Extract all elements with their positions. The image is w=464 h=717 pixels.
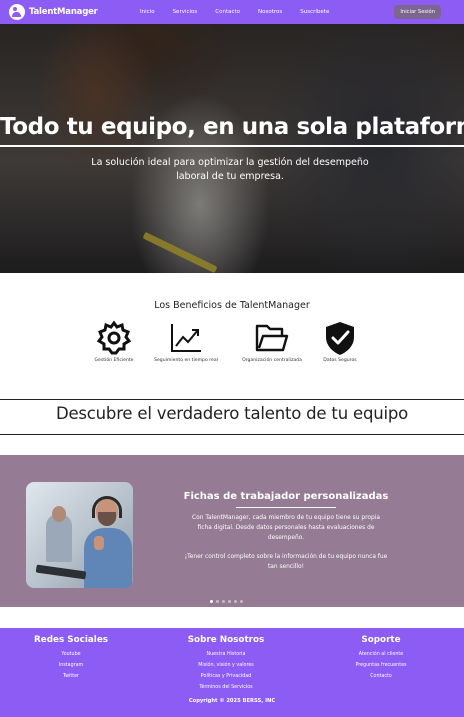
nav-link-inicio[interactable]: Inicio xyxy=(140,9,155,15)
headset-icon xyxy=(92,496,122,518)
nav-links: Inicio Servicios Contacto Nosotros Suscr… xyxy=(140,0,347,24)
footer-social-title: Redes Sociales xyxy=(33,635,109,645)
hero-overlay xyxy=(0,24,464,273)
carousel-dot-2[interactable] xyxy=(216,600,219,603)
footer-link-atencion[interactable]: Atención al cliente xyxy=(336,649,426,660)
footer-link-contacto[interactable]: Contacto xyxy=(336,671,426,682)
benefit-label-seguimiento: Seguimiento en tiempo real xyxy=(154,358,218,363)
photo-background-head xyxy=(52,506,66,522)
benefit-organizacion: Organización centralizada xyxy=(237,320,307,363)
nav-link-contacto[interactable]: Contacto xyxy=(215,9,240,15)
discover-bottom-rule xyxy=(0,434,464,435)
hero-title: Todo tu equipo, en una sola plataforma xyxy=(0,114,464,140)
footer-link-historia[interactable]: Nuestra Historia xyxy=(176,649,276,660)
footer-about-title: Sobre Nosotros xyxy=(187,635,265,645)
carousel-dot-4[interactable] xyxy=(228,600,231,603)
benefit-label-gestion: Gestión Eficiente xyxy=(94,358,134,363)
shield-check-icon xyxy=(326,322,354,355)
footer-support-title: Soporte xyxy=(361,635,401,645)
trend-chart-icon xyxy=(171,324,201,352)
navbar: TalentManager Inicio Servicios Contacto … xyxy=(0,0,464,24)
footer-link-mision[interactable]: Misión, visión y valores xyxy=(176,660,276,671)
hero-subtitle: La solución ideal para optimizar la gest… xyxy=(91,157,369,182)
thumbs-up-icon xyxy=(94,536,104,550)
carousel-dots xyxy=(210,600,246,604)
carousel-dot-6[interactable] xyxy=(240,600,243,603)
feature-photo xyxy=(26,482,133,588)
feature-tagline: ¡Tener control completo sobre la informa… xyxy=(184,554,388,570)
logo[interactable]: TalentManager xyxy=(9,4,98,20)
benefits-title: Los Beneficios de TalentManager xyxy=(154,300,310,311)
feature-description: Con TalentManager, cada miembro de tu eq… xyxy=(192,515,380,541)
login-button[interactable]: Iniciar Sesión xyxy=(394,5,441,19)
nav-link-nosotros[interactable]: Nosotros xyxy=(258,9,282,15)
hero-divider xyxy=(0,145,464,147)
carousel-dot-5[interactable] xyxy=(234,600,237,603)
footer-link-twitter[interactable]: Twitter xyxy=(26,671,116,682)
logo-text: TalentManager xyxy=(29,7,98,17)
hero-banner: Todo tu equipo, en una sola plataforma L… xyxy=(0,24,464,273)
footer-link-politicas[interactable]: Políticas y Privacidad xyxy=(176,671,276,682)
folder-icon xyxy=(255,324,289,352)
footer-link-faq[interactable]: Preguntas frecuentes xyxy=(336,660,426,671)
footer-link-instagram[interactable]: Instagram xyxy=(26,660,116,671)
photo-person xyxy=(84,528,132,588)
feature-underline xyxy=(236,507,336,508)
logo-user-icon xyxy=(9,4,25,20)
feature-carousel: Fichas de trabajador personalizadas Con … xyxy=(0,455,464,607)
benefits-row: Gestión Eficiente Seguimiento en tiempo … xyxy=(88,320,378,368)
photo-keyboard xyxy=(35,564,87,580)
discover-title: Descubre el verdadero talento de tu equi… xyxy=(55,404,409,423)
benefit-label-organizacion: Organización centralizada xyxy=(242,358,302,363)
footer-support: Soporte Atención al cliente Preguntas fr… xyxy=(336,635,426,682)
copyright: Copyright © 2025 BERSS, INC xyxy=(188,698,276,704)
carousel-dot-3[interactable] xyxy=(222,600,225,603)
benefit-label-datos: Datos Seguros xyxy=(323,358,357,363)
gear-icon xyxy=(96,320,132,355)
discover-top-rule xyxy=(0,399,464,400)
benefit-seguimiento: Seguimiento en tiempo real xyxy=(151,320,221,363)
footer-social: Redes Sociales Youtube Instagram Twitter xyxy=(26,635,116,682)
footer: Redes Sociales Youtube Instagram Twitter… xyxy=(0,628,464,717)
nav-link-servicios[interactable]: Servicios xyxy=(173,9,198,15)
footer-link-youtube[interactable]: Youtube xyxy=(26,649,116,660)
carousel-dot-1[interactable] xyxy=(210,600,213,603)
nav-link-suscribete[interactable]: Suscríbete xyxy=(300,9,329,15)
footer-about: Sobre Nosotros Nuestra Historia Misión, … xyxy=(176,635,276,693)
footer-link-terminos[interactable]: Términos del Servicios xyxy=(176,682,276,693)
feature-title: Fichas de trabajador personalizadas xyxy=(183,491,389,502)
benefit-gestion: Gestión Eficiente xyxy=(79,320,149,363)
benefit-datos: Datos Seguros xyxy=(305,320,375,363)
